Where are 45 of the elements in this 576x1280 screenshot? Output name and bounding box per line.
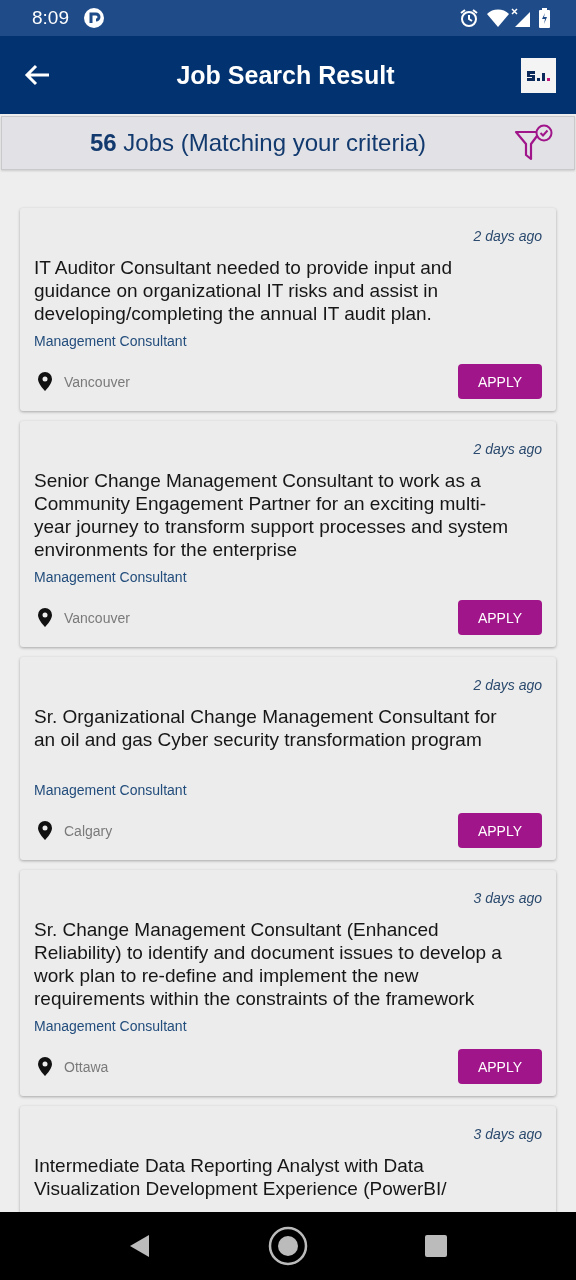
back-arrow-icon[interactable] bbox=[24, 64, 50, 86]
job-category: Management Consultant bbox=[34, 333, 188, 349]
alarm-icon bbox=[459, 8, 479, 28]
app-notification-icon bbox=[83, 7, 105, 29]
recents-icon[interactable] bbox=[425, 1235, 448, 1257]
signal-icon bbox=[511, 8, 531, 28]
posted-date: 3 days ago bbox=[473, 890, 542, 906]
job-card[interactable]: 3 days ago Intermediate Data Reporting Analyst with Data Visualization Development Experience (PowerBI/ bbox=[20, 1106, 556, 1212]
apply-button[interactable]: APPLY bbox=[458, 1049, 542, 1084]
back-icon[interactable] bbox=[128, 1234, 151, 1258]
apply-button[interactable]: APPLY bbox=[458, 600, 542, 635]
job-card[interactable]: 2 days ago IT Auditor Consultant needed to provide input and guidance on organizational IT risks and assist in developing/completing the annual IT audit plan. Management Consultant Vancouver APPLY bbox=[20, 208, 556, 411]
posted-date: 2 days ago bbox=[473, 228, 542, 244]
job-title: Senior Change Management Consultant to work as a Community Engagement Partner for an exciting multi-year journey to transform support processes and system environments for the enterprise bbox=[34, 469, 510, 561]
job-category: Management Consultant bbox=[34, 1018, 188, 1034]
job-location: Vancouver bbox=[64, 373, 131, 390]
posted-date: 2 days ago bbox=[473, 677, 542, 693]
job-card[interactable] bbox=[20, 870, 556, 1096]
job-title: Sr. Organizational Change Management Consultant for an oil and gas Cyber security transformation program bbox=[34, 705, 498, 752]
screen-title: Job Search Result bbox=[175, 60, 396, 90]
filter-icon[interactable] bbox=[514, 124, 554, 162]
battery-icon bbox=[539, 8, 550, 28]
apply-button[interactable]: APPLY bbox=[458, 364, 542, 399]
results-count: 56 Jobs (Matching your criteria) bbox=[88, 129, 428, 157]
location-pin-icon bbox=[38, 1057, 52, 1076]
job-category: Management Consultant bbox=[34, 782, 188, 798]
posted-date: 2 days ago bbox=[473, 441, 542, 457]
status-time: 8:09 bbox=[32, 7, 69, 29]
job-title: IT Auditor Consultant needed to provide input and guidance on organizational IT risks and assist in developing/completing the annual IT audit plan. bbox=[34, 256, 453, 325]
location-pin-icon bbox=[38, 608, 52, 627]
location-pin-icon bbox=[38, 372, 52, 391]
home-icon[interactable] bbox=[268, 1226, 308, 1266]
job-location: Calgary bbox=[64, 822, 114, 839]
apply-button[interactable]: APPLY bbox=[458, 813, 542, 848]
job-category: Management Consultant bbox=[34, 569, 188, 585]
company-logo bbox=[521, 57, 556, 93]
job-title: Sr. Change Management Consultant (Enhanced Reliability) to identify and document issues to develop a work plan to re-define and implement the new requirements within the constraints of the framework bbox=[34, 918, 503, 1010]
posted-date: 3 days ago bbox=[473, 1126, 542, 1142]
job-card[interactable]: 2 days ago Sr. Organizational Change Management Consultant for an oil and gas Cyber security transformation program Management Consultant Calgary APPLY bbox=[20, 657, 556, 860]
wifi-icon bbox=[487, 9, 509, 27]
job-location: Vancouver bbox=[64, 609, 131, 626]
job-card[interactable] bbox=[20, 421, 556, 647]
job-title: Intermediate Data Reporting Analyst with Data Visualization Development Experience (PowerBI/ bbox=[34, 1154, 448, 1201]
job-location: Ottawa bbox=[64, 1058, 110, 1075]
location-pin-icon bbox=[38, 821, 52, 840]
